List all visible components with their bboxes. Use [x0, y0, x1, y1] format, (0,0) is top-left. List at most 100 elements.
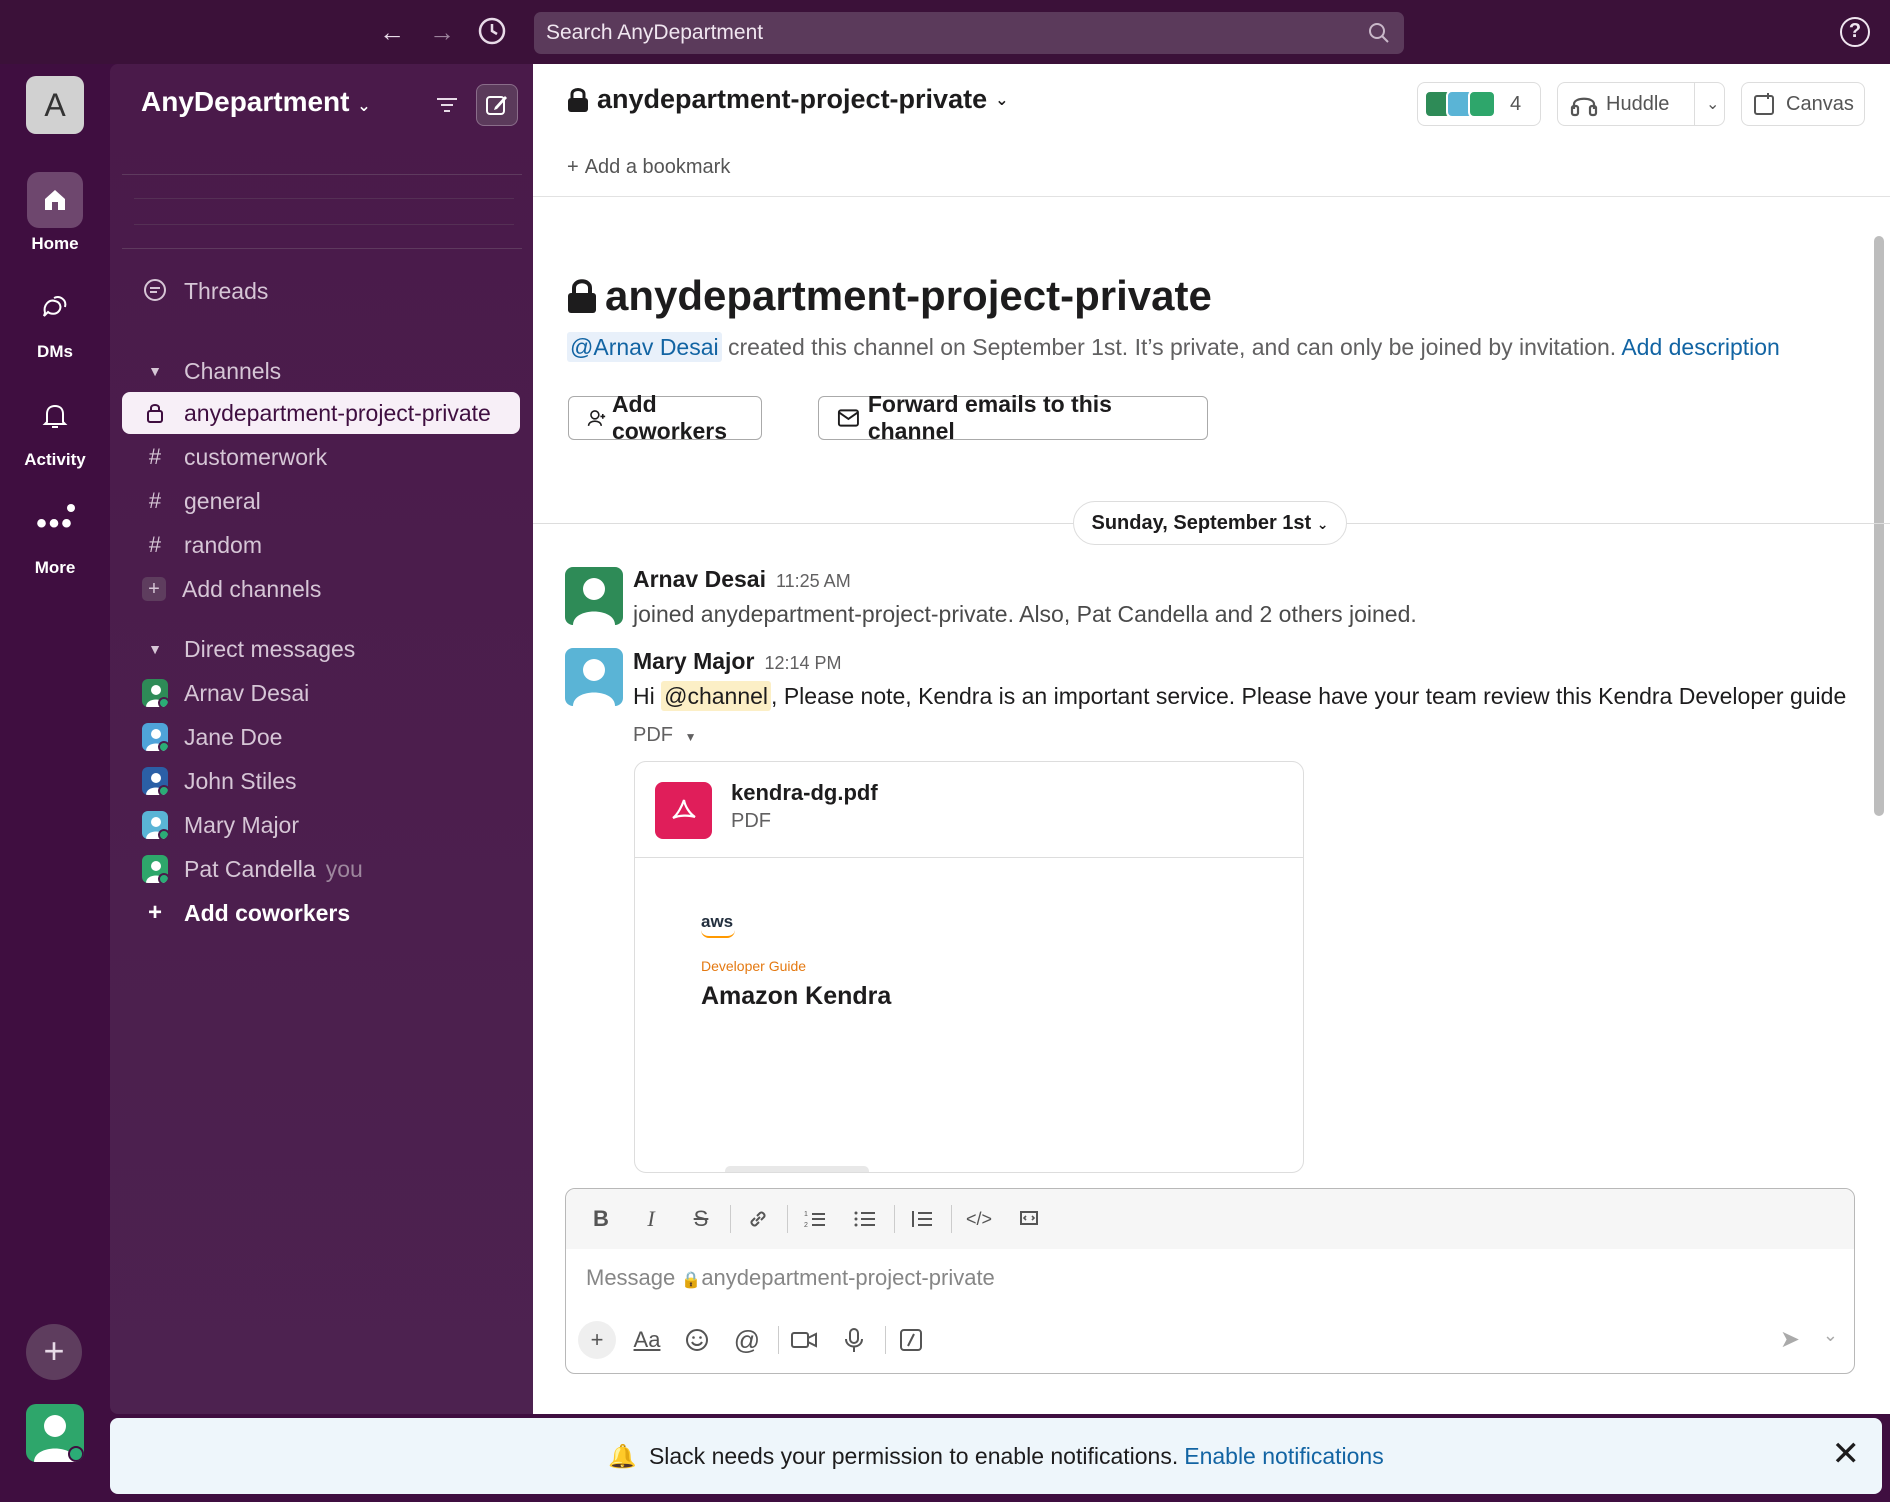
aws-smile-icon — [701, 930, 735, 938]
members-button[interactable]: 4 — [1417, 82, 1541, 126]
dm-section-header[interactable]: ▼ Direct messages — [122, 628, 520, 670]
dm-label: John Stiles — [184, 767, 297, 794]
mention-icon[interactable]: @ — [728, 1321, 766, 1359]
huddle-button[interactable]: Huddle ⌄ — [1557, 82, 1725, 126]
shortcuts-icon[interactable] — [892, 1321, 930, 1359]
add-person-icon — [587, 410, 606, 427]
plus-icon[interactable]: + — [578, 1321, 616, 1359]
add-channels-button[interactable]: + Add channels — [122, 568, 520, 610]
avatar[interactable] — [565, 567, 623, 625]
composer-tools: + Aa @ — [578, 1321, 942, 1359]
emoji-icon[interactable] — [678, 1321, 716, 1359]
chevron-down-icon: ⌄ — [995, 91, 1009, 109]
chevron-down-icon[interactable]: ⌄ — [1823, 1325, 1838, 1346]
sidebar-dm-john-stiles[interactable]: John Stiles — [122, 760, 520, 802]
workspace-name[interactable]: AnyDepartment ⌄ — [141, 86, 371, 118]
channel-label: random — [184, 531, 262, 558]
canvas-button[interactable]: Canvas — [1741, 82, 1865, 126]
date-divider[interactable]: Sunday, September 1st ⌄ — [1073, 501, 1347, 545]
text-format-icon[interactable]: Aa — [628, 1321, 666, 1359]
message-time[interactable]: 12:14 PM — [764, 653, 841, 673]
banner-text: Slack needs your permission to enable no… — [648, 1442, 1179, 1469]
dms-icon — [27, 280, 83, 336]
sidebar-dm-mary-major[interactable]: Mary Major — [122, 804, 520, 846]
user-avatar[interactable] — [26, 1404, 84, 1462]
channel-mention[interactable]: @channel — [661, 681, 772, 711]
sidebar-channel-anydepartment-project-private[interactable]: anydepartment-project-private — [122, 392, 520, 434]
italic-icon[interactable]: I — [630, 1201, 672, 1237]
member-count: 4 — [1510, 92, 1522, 115]
workspace-switcher[interactable]: A — [26, 76, 84, 134]
creator-mention[interactable]: @Arnav Desai — [567, 332, 722, 362]
sidebar-channel-random[interactable]: # random — [122, 524, 520, 566]
avatar[interactable] — [565, 648, 623, 706]
back-arrow-icon[interactable]: ← — [376, 16, 408, 48]
add-coworkers-button[interactable]: Add coworkers — [568, 391, 762, 444]
add-coworkers-sidebar-button[interactable]: + Add coworkers — [122, 892, 520, 934]
scrollbar[interactable] — [1874, 236, 1884, 816]
video-icon[interactable] — [785, 1321, 823, 1359]
history-icon[interactable] — [476, 16, 508, 48]
sidebar-item-threads[interactable]: Threads — [122, 270, 520, 312]
sidebar-channel-general[interactable]: # general — [122, 480, 520, 522]
caret-down-icon: ▼ — [148, 363, 162, 379]
sidebar-dm-jane-doe[interactable]: Jane Doe — [122, 716, 520, 758]
avatar — [142, 855, 168, 883]
sidebar-dm-pat-candella[interactable]: Pat Candella you — [122, 848, 520, 890]
plus-icon: + — [142, 577, 166, 601]
message-author[interactable]: Mary Major 12:14 PM — [633, 648, 841, 675]
lock-icon — [568, 87, 588, 112]
channel-intro-text: @Arnav Desai created this channel on Sep… — [567, 332, 1780, 362]
more-icon: ••• — [27, 496, 83, 552]
channel-header-title[interactable]: anydepartment-project-private ⌄ — [567, 84, 1009, 115]
channel-intro-title: anydepartment-project-private — [567, 272, 1212, 320]
channels-section-header[interactable]: ▼ Channels — [122, 350, 520, 392]
code-block-icon[interactable] — [1008, 1201, 1050, 1237]
add-coworkers-label: Add coworkers — [184, 899, 351, 926]
canvas-label: Canvas — [1786, 92, 1854, 115]
add-bookmark-button[interactable]: + Add a bookmark — [567, 156, 730, 179]
search-placeholder: Search AnyDepartment — [546, 21, 764, 44]
bullet-list-icon[interactable] — [844, 1201, 886, 1237]
add-workspace-button[interactable]: + — [26, 1324, 82, 1380]
rail-home[interactable]: Home — [0, 172, 110, 254]
strikethrough-icon[interactable]: S — [680, 1201, 722, 1237]
bell-icon — [27, 388, 83, 444]
hash-icon: # — [148, 488, 162, 513]
chevron-down-icon: ⌄ — [357, 98, 371, 115]
search-bar[interactable]: Search AnyDepartment — [534, 12, 1404, 54]
message-input[interactable]: Message 🔒anydepartment-project-private — [586, 1265, 995, 1291]
add-description-link[interactable]: Add description — [1621, 334, 1780, 360]
lock-icon — [568, 279, 596, 313]
close-icon[interactable]: ✕ — [1832, 1434, 1861, 1474]
rail-activity[interactable]: Activity — [0, 388, 110, 470]
compose-icon[interactable] — [476, 84, 518, 126]
rail-dms[interactable]: DMs — [0, 280, 110, 362]
hash-icon: # — [148, 532, 162, 557]
filter-icon[interactable] — [426, 84, 468, 126]
ordered-list-icon[interactable]: 12 — [794, 1201, 836, 1237]
rail-more[interactable]: ••• More — [0, 496, 110, 578]
channel-name: anydepartment-project-private — [597, 84, 988, 114]
chevron-down-icon[interactable]: ⌄ — [1706, 94, 1719, 114]
sidebar-channel-customerwork[interactable]: # customerwork — [122, 436, 520, 478]
code-icon[interactable]: </> — [958, 1201, 1000, 1237]
message-author[interactable]: Arnav Desai 11:25 AM — [633, 566, 851, 593]
microphone-icon[interactable] — [835, 1321, 873, 1359]
attachment-toggle[interactable]: PDF ▼ — [633, 724, 696, 747]
channels-header-label: Channels — [184, 357, 282, 384]
forward-emails-button[interactable]: Forward emails to this channel — [818, 391, 1208, 444]
link-icon[interactable] — [737, 1201, 779, 1237]
bold-icon[interactable]: B — [580, 1201, 622, 1237]
preview-scrollbar[interactable] — [725, 1166, 869, 1172]
file-attachment[interactable]: kendra-dg.pdf PDF aws Developer Guide Am… — [634, 761, 1304, 1173]
enable-notifications-link[interactable]: Enable notifications — [1184, 1443, 1383, 1470]
blockquote-icon[interactable] — [901, 1201, 943, 1237]
forward-arrow-icon[interactable]: → — [426, 16, 458, 48]
sidebar-dm-arnav-desai[interactable]: Arnav Desai — [122, 672, 520, 714]
formatting-toolbar: B I S 12 </> — [566, 1189, 1854, 1249]
message-time[interactable]: 11:25 AM — [776, 571, 851, 591]
help-icon[interactable]: ? — [1840, 17, 1870, 47]
send-icon[interactable]: ➤ — [1780, 1325, 1800, 1354]
file-name[interactable]: kendra-dg.pdf — [731, 780, 878, 806]
